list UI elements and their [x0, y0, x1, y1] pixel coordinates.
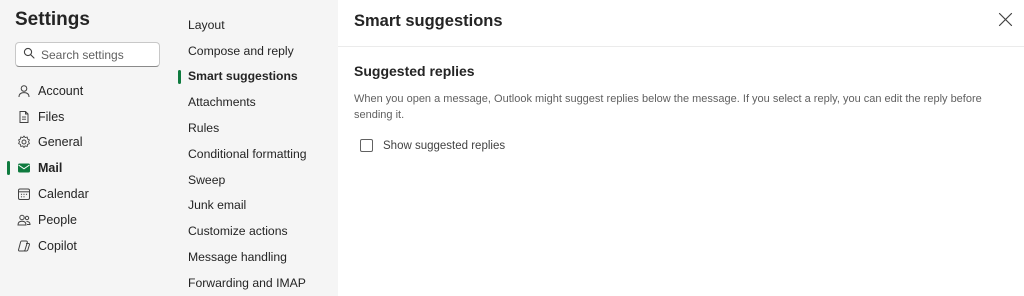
category-files[interactable]: Files — [0, 104, 170, 130]
category-copilot[interactable]: Copilot — [0, 233, 170, 259]
calendar-icon — [17, 187, 31, 201]
close-button[interactable] — [995, 12, 1015, 32]
category-label: People — [38, 212, 77, 227]
copilot-icon — [17, 239, 31, 253]
search-icon — [23, 46, 35, 64]
document-icon — [17, 110, 31, 124]
smart-suggestions-panel: Smart suggestions Suggested replies When… — [338, 0, 1024, 296]
category-label: Account — [38, 83, 84, 98]
subsection-rules[interactable]: Rules — [178, 115, 338, 141]
category-calendar[interactable]: Calendar — [0, 181, 170, 207]
category-label: Files — [38, 109, 65, 124]
selection-indicator — [7, 161, 10, 176]
panel-title: Smart suggestions — [354, 12, 503, 30]
category-general[interactable]: General — [0, 130, 170, 156]
subsection-layout[interactable]: Layout — [178, 12, 338, 38]
subsection-compose-and-reply[interactable]: Compose and reply — [178, 38, 338, 64]
section-description: When you open a message, Outlook might s… — [354, 93, 982, 121]
close-icon — [998, 12, 1013, 32]
search-input[interactable] — [41, 47, 151, 62]
subsection-junk-email[interactable]: Junk email — [178, 193, 338, 219]
subsection-attachments[interactable]: Attachments — [178, 89, 338, 115]
subsection-smart-suggestions[interactable]: Smart suggestions — [178, 64, 338, 90]
category-label: Mail — [38, 161, 63, 176]
subsection-message-handling[interactable]: Message handling — [178, 244, 338, 270]
subsection-sweep[interactable]: Sweep — [178, 167, 338, 193]
subsection-customize-actions[interactable]: Customize actions — [178, 218, 338, 244]
search-box[interactable] — [15, 42, 160, 67]
subsection-conditional-formatting[interactable]: Conditional formatting — [178, 141, 338, 167]
subsection-label: Smart suggestions — [188, 69, 298, 84]
mail-icon — [17, 161, 31, 175]
category-label: Copilot — [38, 238, 77, 253]
section-title: Suggested replies — [354, 63, 475, 79]
category-people[interactable]: People — [0, 207, 170, 233]
selection-indicator — [178, 69, 181, 84]
people-icon — [17, 213, 31, 227]
category-label: General — [38, 135, 83, 150]
settings-navigation: Settings Account Files General — [0, 0, 338, 296]
settings-title: Settings — [15, 9, 90, 30]
settings-category-list: Account Files General Mail Calendar Peop… — [0, 78, 170, 259]
show-suggested-replies-checkbox[interactable] — [360, 139, 373, 152]
subsection-forwarding-and-imap[interactable]: Forwarding and IMAP — [178, 270, 338, 296]
category-account[interactable]: Account — [0, 78, 170, 104]
category-mail[interactable]: Mail — [0, 155, 170, 181]
gear-icon — [17, 135, 31, 149]
person-icon — [17, 84, 31, 98]
show-suggested-replies-option[interactable]: Show suggested replies — [360, 139, 505, 152]
checkbox-label: Show suggested replies — [383, 139, 506, 152]
header-divider — [338, 46, 1024, 47]
category-label: Calendar — [38, 187, 89, 202]
mail-subsection-list: Layout Compose and reply Smart suggestio… — [178, 12, 338, 296]
